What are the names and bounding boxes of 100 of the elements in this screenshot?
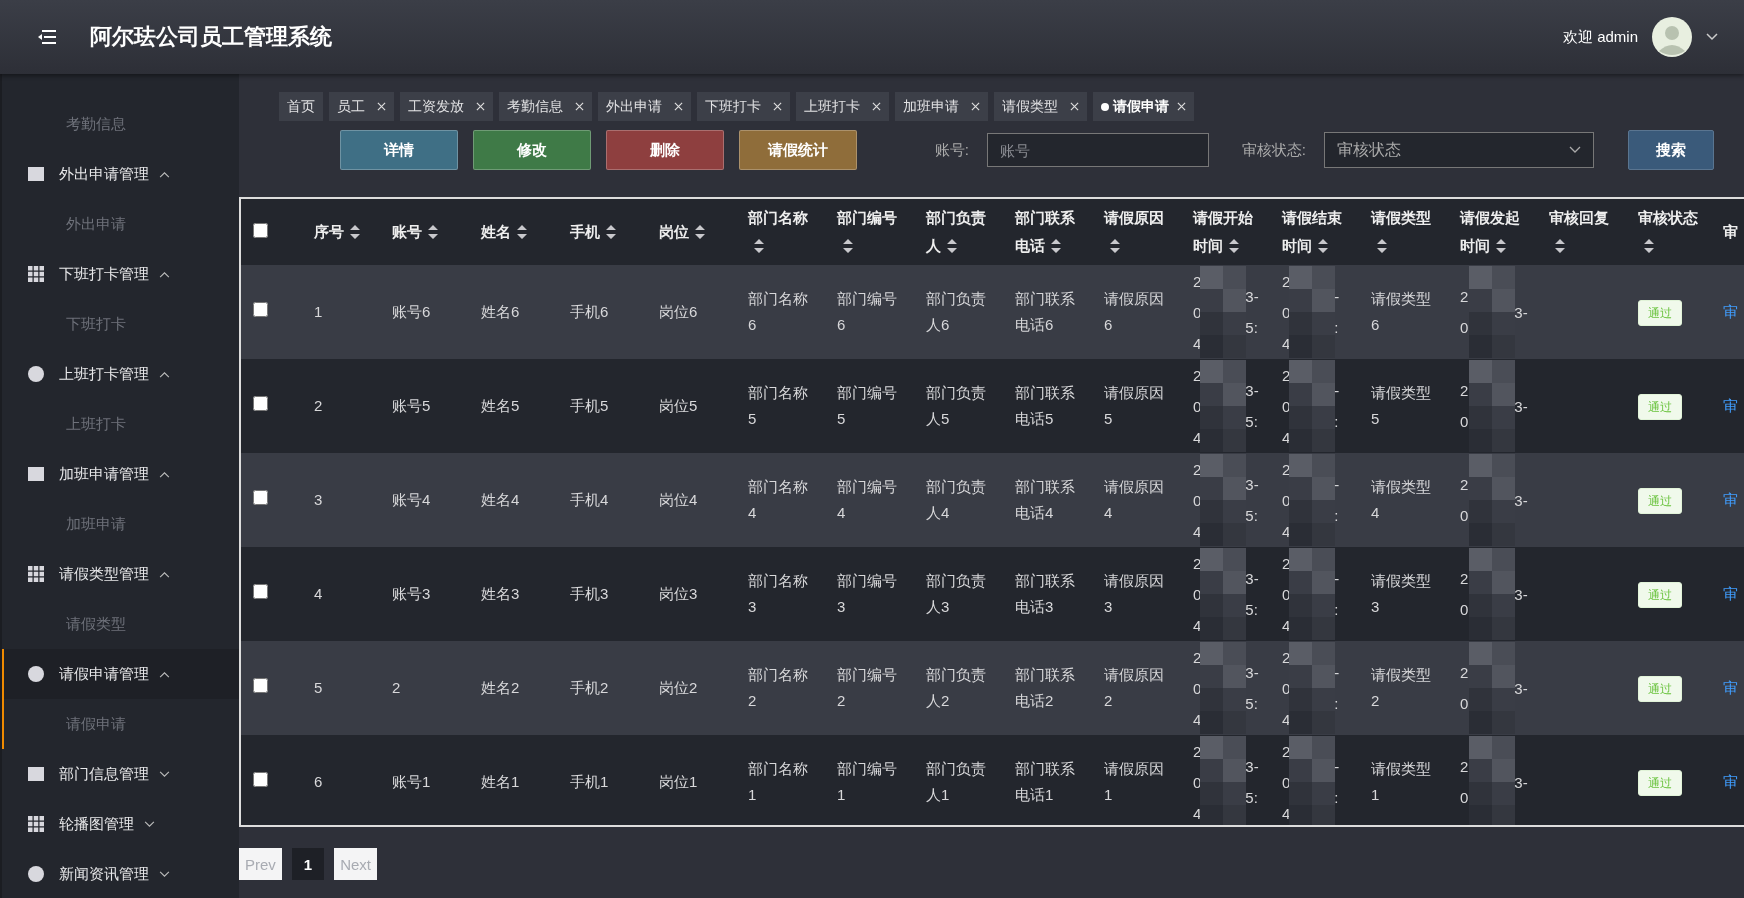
row-checkbox[interactable]	[253, 490, 268, 505]
table-cell: 2	[392, 679, 401, 696]
table-cell: 部门负责人4	[926, 478, 986, 521]
status-select[interactable]: 审核状态	[1324, 132, 1594, 168]
page-button[interactable]: 1	[291, 848, 325, 880]
search-button[interactable]: 搜索	[1628, 130, 1714, 170]
page-tab[interactable]: 请假类型	[994, 92, 1087, 121]
sidebar-item[interactable]: 请假类型管理	[2, 549, 239, 599]
table-cell: 5	[314, 679, 323, 696]
sort-icon[interactable]	[350, 225, 360, 239]
table-cell: 账号4	[392, 491, 431, 508]
review-link[interactable]: 审	[1723, 303, 1738, 320]
action-button[interactable]: 请假统计	[739, 130, 857, 170]
page-tab[interactable]: 上班打卡	[796, 92, 889, 121]
sort-icon[interactable]	[606, 225, 616, 239]
table-cell: 部门联系电话5	[1015, 384, 1075, 427]
sort-icon[interactable]	[517, 225, 527, 239]
account-input[interactable]: 账号	[986, 133, 1209, 167]
table-cell: 部门名称2	[748, 666, 808, 709]
close-icon[interactable]	[674, 102, 683, 111]
sidebar-item[interactable]: 上班打卡管理	[2, 349, 239, 399]
close-icon[interactable]	[1070, 102, 1079, 111]
page-tab[interactable]: 员工	[329, 92, 394, 121]
row-checkbox[interactable]	[253, 396, 268, 411]
page-tab[interactable]: 首页	[279, 92, 323, 121]
table-cell-text: 3-	[1514, 490, 1528, 511]
page-tab[interactable]: 下班打卡	[697, 92, 790, 121]
table-cell: 账号1	[392, 773, 431, 790]
sort-icon[interactable]	[1229, 239, 1239, 253]
menu-item-icon	[27, 865, 45, 883]
sort-icon[interactable]	[843, 239, 853, 253]
sidebar-item[interactable]: 新闻资讯管理	[2, 849, 239, 898]
sort-icon[interactable]	[1555, 239, 1565, 253]
sort-icon[interactable]	[1110, 239, 1120, 253]
close-icon[interactable]	[773, 102, 782, 111]
close-icon[interactable]	[872, 102, 881, 111]
sort-icon[interactable]	[1496, 239, 1506, 253]
table-cell: 手机3	[570, 585, 609, 602]
table-cell: 请假原因2	[1104, 666, 1164, 709]
status-badge: 通过	[1638, 581, 1682, 608]
close-icon[interactable]	[971, 102, 980, 111]
sort-icon[interactable]	[695, 225, 705, 239]
row-checkbox[interactable]	[253, 678, 268, 693]
sidebar-item[interactable]: 轮播图管理	[2, 799, 239, 849]
review-link[interactable]: 审	[1723, 679, 1738, 696]
action-button[interactable]: 修改	[473, 130, 591, 170]
table-cell-text: 3- 5:	[1245, 663, 1259, 714]
page-tab[interactable]: 外出申请	[598, 92, 691, 121]
review-link[interactable]: 审	[1723, 585, 1738, 602]
table-cell: 3	[314, 491, 323, 508]
field-label: 账号:	[934, 140, 969, 160]
table-cell: 姓名6	[481, 303, 520, 320]
menu-item-icon	[27, 565, 45, 583]
sidebar-item[interactable]: 请假申请管理	[4, 649, 239, 699]
caret-icon[interactable]	[1706, 33, 1718, 41]
review-link[interactable]: 审	[1723, 491, 1738, 508]
sidebar-item[interactable]: 外出申请管理	[2, 149, 239, 199]
close-icon[interactable]	[377, 102, 386, 111]
table-cell: 姓名4	[481, 491, 520, 508]
sort-icon[interactable]	[754, 239, 764, 253]
sort-icon[interactable]	[947, 239, 957, 253]
menu-icon[interactable]	[38, 30, 56, 44]
sort-icon[interactable]	[1644, 239, 1654, 253]
page-tab[interactable]: 请假申请	[1093, 92, 1194, 121]
sort-icon[interactable]	[1051, 239, 1061, 253]
table-cell-text: 3- 5:	[1245, 475, 1259, 526]
action-button[interactable]: 详情	[340, 130, 458, 170]
page-tab[interactable]: 加班申请	[895, 92, 988, 121]
menu-item-icon	[27, 365, 45, 383]
close-icon[interactable]	[1177, 102, 1186, 111]
table-cell: 部门编号5	[837, 384, 897, 427]
status-badge: 通过	[1638, 487, 1682, 514]
sort-icon[interactable]	[428, 225, 438, 239]
table-cell: 姓名2	[481, 679, 520, 696]
sort-icon[interactable]	[1377, 239, 1387, 253]
select-all-checkbox[interactable]	[253, 223, 268, 238]
page-tab[interactable]: 工资发放	[400, 92, 493, 121]
table-cell: 1	[314, 303, 323, 320]
sort-icon[interactable]	[1318, 239, 1328, 253]
table-cell-text: 2 0	[1460, 475, 1469, 526]
table-cell: 部门编号2	[837, 666, 897, 709]
review-link[interactable]: 审	[1723, 773, 1738, 790]
sidebar-item[interactable]: 部门信息管理	[2, 749, 239, 799]
close-icon[interactable]	[476, 102, 485, 111]
table-cell-text: - :	[1334, 569, 1340, 620]
table-cell: 姓名5	[481, 397, 520, 414]
row-checkbox[interactable]	[253, 302, 268, 317]
row-checkbox[interactable]	[253, 772, 268, 787]
page-tab[interactable]: 考勤信息	[499, 92, 592, 121]
row-checkbox[interactable]	[253, 584, 268, 599]
menu-item-icon	[27, 165, 45, 183]
review-link[interactable]: 审	[1723, 397, 1738, 414]
avatar-icon[interactable]	[1652, 17, 1692, 57]
table-cell: 岗位1	[659, 773, 698, 790]
action-button[interactable]: 删除	[606, 130, 724, 170]
close-icon[interactable]	[575, 102, 584, 111]
sidebar-item[interactable]: 下班打卡管理	[2, 249, 239, 299]
sidebar-item[interactable]: 加班申请管理	[2, 449, 239, 499]
status-badge: 通过	[1638, 769, 1682, 796]
table-cell: 部门联系电话1	[1015, 760, 1075, 803]
